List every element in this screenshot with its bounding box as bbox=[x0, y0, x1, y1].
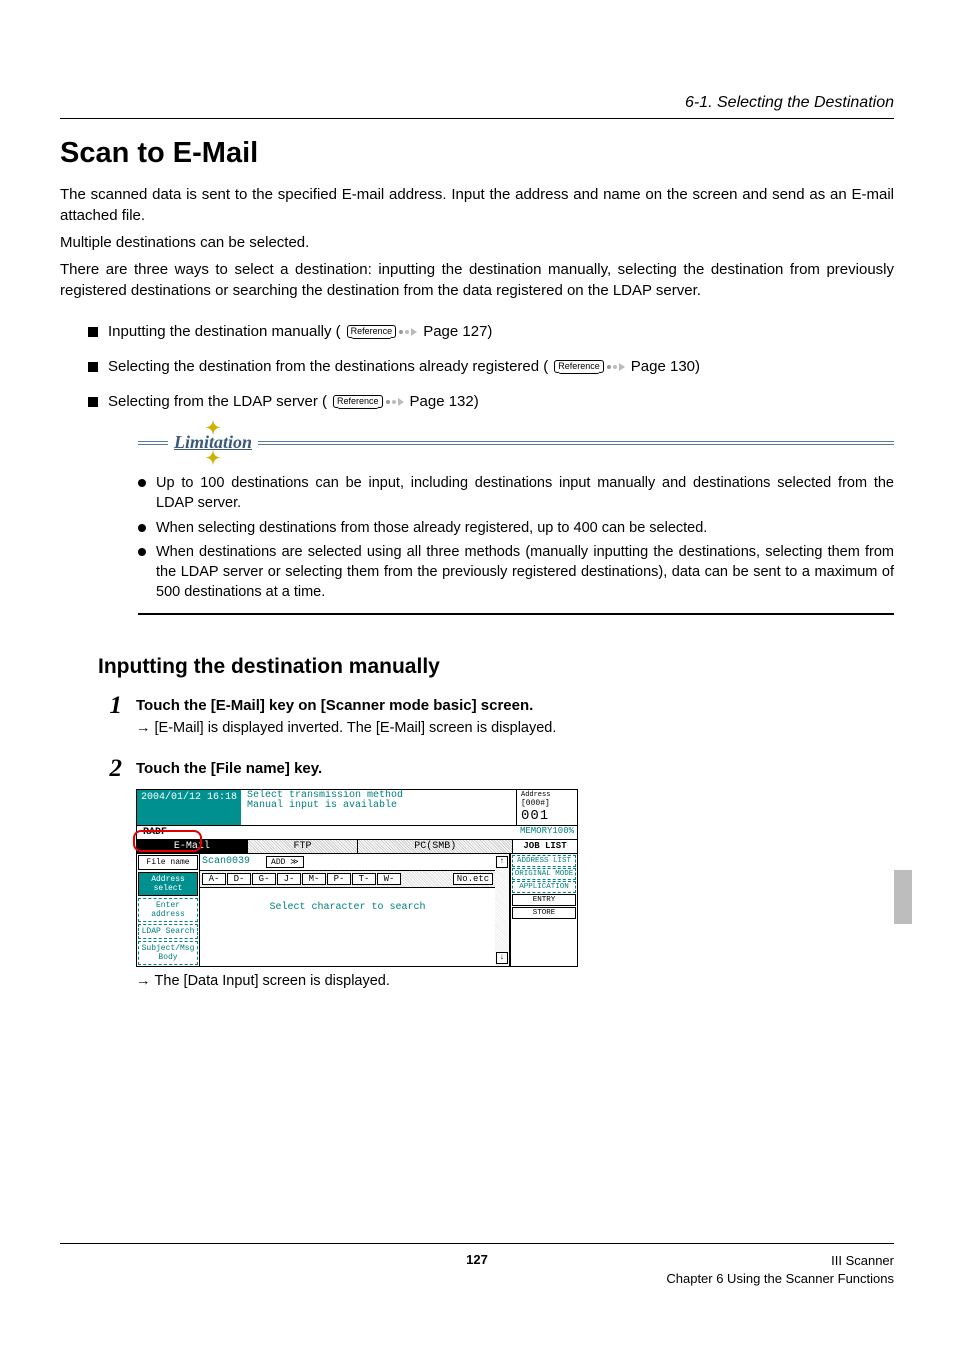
intro-paragraph-1: The scanned data is sent to the specifie… bbox=[60, 184, 894, 226]
limitation-item: When selecting destinations from those a… bbox=[138, 518, 894, 538]
method-item-registered: Selecting the destination from the desti… bbox=[88, 358, 894, 375]
page-title: Scan to E-Mail bbox=[60, 137, 894, 170]
ss-add-button[interactable]: ADD ≫ bbox=[266, 856, 304, 868]
step-title: Touch the [E-Mail] key on [Scanner mode … bbox=[136, 697, 894, 714]
sparkle-icon: ✦ bbox=[205, 446, 220, 467]
limitation-item: When destinations are selected using all… bbox=[138, 542, 894, 603]
ss-memory: MEMORY100% bbox=[517, 826, 577, 839]
step-number: 1 bbox=[98, 693, 122, 718]
ss-alpha-key[interactable]: D- bbox=[227, 873, 251, 885]
method-page: Page 127) bbox=[423, 323, 492, 340]
ss-alpha-key[interactable]: J- bbox=[277, 873, 301, 885]
reference-icon: Reference bbox=[333, 395, 404, 408]
ss-ldap-search-button[interactable]: LDAP Search bbox=[138, 924, 198, 939]
ss-address-list-button[interactable]: ADDRESS LIST bbox=[512, 855, 576, 867]
ss-address-select-button[interactable]: Address select bbox=[138, 872, 198, 896]
ss-scrollbar[interactable]: ↑ ↓ bbox=[495, 854, 510, 966]
ss-tab-pcsmb[interactable]: PC(SMB) bbox=[358, 840, 513, 853]
method-text: Selecting the destination from the desti… bbox=[108, 358, 548, 375]
method-page: Page 132) bbox=[410, 393, 479, 410]
ss-address-counter: Address [000#] 001 bbox=[516, 790, 577, 825]
ss-original-mode-button[interactable]: ORIGINAL MODE bbox=[512, 868, 576, 880]
ss-enter-address-button[interactable]: Enter address bbox=[138, 898, 198, 922]
ss-entry-button[interactable]: ENTRY bbox=[512, 894, 576, 906]
page-thumb-tab bbox=[894, 870, 912, 924]
step-title: Touch the [File name] key. bbox=[136, 760, 894, 777]
section-header: 6-1. Selecting the Destination bbox=[685, 94, 894, 112]
ss-subject-button[interactable]: Subject/Msg Body bbox=[138, 941, 198, 965]
bullet-icon bbox=[88, 362, 98, 372]
step-result: → The [Data Input] screen is displayed. bbox=[136, 973, 894, 989]
method-text: Inputting the destination manually ( bbox=[108, 323, 341, 340]
sparkle-icon: ✦ bbox=[205, 418, 220, 439]
intro-paragraph-2: Multiple destinations can be selected. bbox=[60, 232, 894, 253]
ss-scroll-down-icon[interactable]: ↓ bbox=[496, 952, 508, 964]
ss-filename-value: Scan0039 bbox=[202, 856, 250, 867]
ss-alpha-key[interactable]: P- bbox=[327, 873, 351, 885]
reference-icon: Reference bbox=[554, 360, 625, 373]
ss-alpha-key[interactable]: W- bbox=[377, 873, 401, 885]
method-text: Selecting from the LDAP server ( bbox=[108, 393, 327, 410]
method-page: Page 130) bbox=[631, 358, 700, 375]
ss-store-button[interactable]: STORE bbox=[512, 907, 576, 919]
method-item-manual: Inputting the destination manually ( Ref… bbox=[88, 323, 894, 340]
limitation-rule bbox=[138, 613, 894, 615]
ss-alpha-key[interactable]: M- bbox=[302, 873, 326, 885]
footer-right: III Scanner Chapter 6 Using the Scanner … bbox=[666, 1252, 894, 1288]
bullet-icon bbox=[88, 327, 98, 337]
page-number: 127 bbox=[466, 1252, 488, 1267]
ss-tab-ftp[interactable]: FTP bbox=[248, 840, 359, 853]
limitation-item: Up to 100 destinations can be input, inc… bbox=[138, 473, 894, 514]
ss-select-char-label: Select character to search bbox=[200, 888, 495, 927]
ss-radf-label: RADF bbox=[137, 826, 517, 839]
ss-scroll-up-icon[interactable]: ↑ bbox=[496, 856, 508, 868]
step-number: 2 bbox=[98, 756, 122, 781]
lcd-screenshot: 2004/01/12 16:18 Select transmission met… bbox=[136, 789, 578, 967]
subheading: Inputting the destination manually bbox=[98, 655, 894, 679]
ss-noetc-key[interactable]: No.etc bbox=[453, 873, 493, 885]
ss-alpha-key[interactable]: T- bbox=[352, 873, 376, 885]
ss-datetime: 2004/01/12 16:18 bbox=[137, 790, 241, 825]
ss-alpha-key[interactable]: G- bbox=[252, 873, 276, 885]
ss-alpha-row: A- D- G- J- M- P- T- W- No.etc bbox=[200, 871, 495, 888]
ss-filename-button[interactable]: File name bbox=[138, 855, 198, 870]
method-list: Inputting the destination manually ( Ref… bbox=[88, 323, 894, 410]
ss-message: Select transmission method Manual input … bbox=[241, 790, 516, 825]
method-item-ldap: Selecting from the LDAP server ( Referen… bbox=[88, 393, 894, 410]
reference-icon: Reference bbox=[347, 325, 418, 338]
step-2: 2 Touch the [File name] key. bbox=[98, 756, 894, 781]
ss-alpha-key[interactable]: A- bbox=[202, 873, 226, 885]
ss-joblist-button[interactable]: JOB LIST bbox=[513, 840, 577, 853]
header-rule bbox=[60, 118, 894, 119]
step-result: → [E-Mail] is displayed inverted. The [E… bbox=[136, 720, 894, 736]
step-1: 1 Touch the [E-Mail] key on [Scanner mod… bbox=[98, 693, 894, 736]
intro-paragraph-3: There are three ways to select a destina… bbox=[60, 259, 894, 301]
ss-tab-email[interactable]: E-Mail bbox=[137, 840, 248, 853]
bullet-icon bbox=[88, 397, 98, 407]
limitation-callout: ✦ Limitation ✦ Up to 100 destinations ca… bbox=[138, 432, 894, 603]
ss-application-button[interactable]: APPLICATION bbox=[512, 881, 576, 893]
